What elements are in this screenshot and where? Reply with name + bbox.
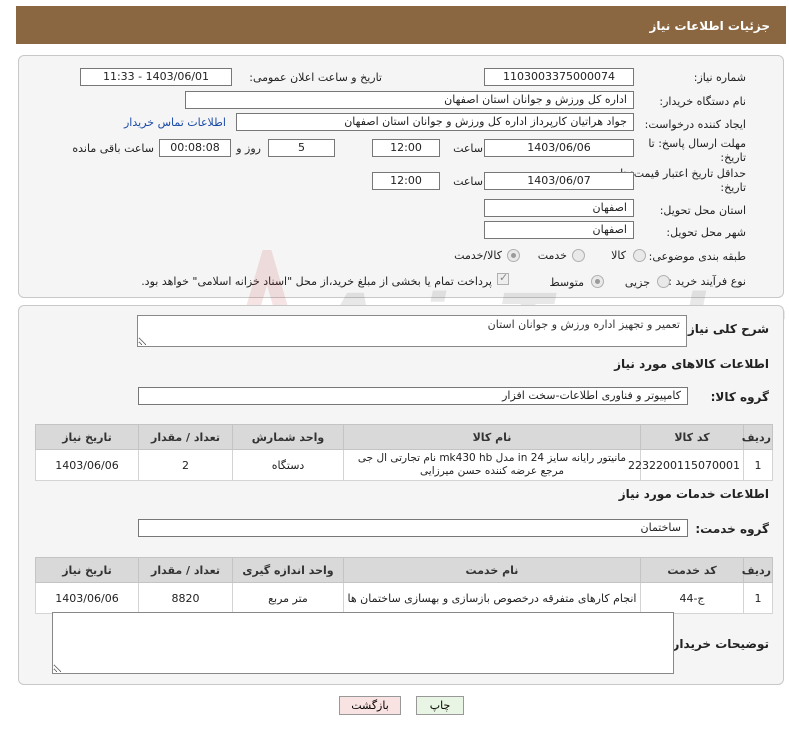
table-row[interactable]: 1 2232200115070001 مانیتور رایانه سایز 2… <box>35 449 773 481</box>
goods-cell-date: 1403/06/06 <box>35 449 139 481</box>
remaining-days-field[interactable]: 5 <box>268 139 335 157</box>
goods-group-label: گروه کالا: <box>710 390 769 404</box>
services-col-unit: واحد اندازه گیری <box>232 557 344 583</box>
services-cell-code: ج-44 <box>640 582 744 614</box>
services-group-field[interactable]: ساختمان <box>138 519 688 537</box>
city-label: شهر محل تحویل: <box>666 226 746 239</box>
buyer-org-field[interactable]: اداره کل ورزش و جوانان استان اصفهان <box>185 91 634 109</box>
process-radio-minor[interactable] <box>657 275 670 288</box>
goods-cell-name: مانیتور رایانه سایز 24 in مدل mk430 hb ن… <box>343 449 641 481</box>
deadline-date-field[interactable]: 1403/06/06 <box>484 139 634 157</box>
goods-col-row: ردیف <box>742 424 773 450</box>
back-button[interactable]: بازگشت <box>339 696 401 715</box>
announce-datetime-field[interactable]: 1403/06/01 - 11:33 <box>80 68 232 86</box>
services-col-code: کد خدمت <box>640 557 744 583</box>
days-label: روز و <box>236 142 261 155</box>
buyer-notes-label: توضیحات خریدار: <box>667 637 769 651</box>
page-header: جزئیات اطلاعات نیاز <box>16 6 786 44</box>
category-radio-goods[interactable] <box>633 249 646 262</box>
need-number-field[interactable]: 1103003375000074 <box>484 68 634 86</box>
goods-col-code: کد کالا <box>640 424 744 450</box>
goods-col-name: نام کالا <box>343 424 641 450</box>
validity-time-label: ساعت <box>453 175 483 188</box>
goods-col-qty: تعداد / مقدار <box>138 424 233 450</box>
process-label: نوع فرآیند خرید : <box>668 275 746 288</box>
description-textarea[interactable]: تعمیر و تجهیز اداره ورزش و جوانان استان <box>137 315 687 347</box>
services-cell-row: 1 <box>743 582 773 614</box>
deadline-label-line2: تاریخ: <box>720 151 746 164</box>
table-row[interactable]: 1 ج-44 انجام کارهای متفرقه درخصوص بازساز… <box>35 582 773 614</box>
page-title: جزئیات اطلاعات نیاز <box>649 19 770 33</box>
goods-cell-qty: 2 <box>138 449 233 481</box>
buyer-contact-link[interactable]: اطلاعات تماس خریدار <box>124 116 226 129</box>
process-option-medium-label: متوسط <box>549 276 584 289</box>
process-radio-medium[interactable] <box>591 275 604 288</box>
goods-group-field[interactable]: کامپیوتر و فناوری اطلاعات-سخت افزار <box>138 387 688 405</box>
deadline-time-field[interactable]: 12:00 <box>372 139 440 157</box>
validity-date-field[interactable]: 1403/06/07 <box>484 172 634 190</box>
province-label: استان محل تحویل: <box>659 204 746 217</box>
treasury-payment-note: پرداخت تمام یا بخشی از مبلغ خرید،از محل … <box>141 275 492 288</box>
treasury-payment-checkbox[interactable] <box>497 271 509 285</box>
buyer-notes-textarea[interactable] <box>52 612 674 674</box>
province-field[interactable]: اصفهان <box>484 199 634 217</box>
services-cell-unit: متر مربع <box>232 582 344 614</box>
announce-datetime-label: تاریخ و ساعت اعلان عمومی: <box>249 71 382 84</box>
goods-col-date: تاریخ نیاز <box>35 424 139 450</box>
services-col-date: تاریخ نیاز <box>35 557 139 583</box>
goods-cell-unit: دستگاه <box>232 449 344 481</box>
process-option-minor-label: جزیی <box>624 276 650 289</box>
goods-cell-row: 1 <box>743 449 773 481</box>
deadline-time-label: ساعت <box>453 142 483 155</box>
deadline-label-line1: مهلت ارسال پاسخ: تا <box>648 137 746 150</box>
goods-table: ردیف کد کالا نام کالا واحد شمارش تعداد /… <box>35 424 773 481</box>
print-button[interactable]: چاپ <box>416 696 464 715</box>
validity-time-field[interactable]: 12:00 <box>372 172 440 190</box>
services-cell-name: انجام کارهای متفرقه درخصوص بازسازی و بهس… <box>343 582 641 614</box>
services-cell-qty: 8820 <box>138 582 233 614</box>
goods-col-unit: واحد شمارش <box>232 424 344 450</box>
category-radio-both[interactable] <box>507 249 520 262</box>
remaining-time-field[interactable]: 00:08:08 <box>159 139 231 157</box>
remaining-label: ساعت باقی مانده <box>72 142 154 155</box>
goods-cell-code: 2232200115070001 <box>628 449 744 481</box>
goods-table-header: ردیف کد کالا نام کالا واحد شمارش تعداد /… <box>35 424 773 450</box>
need-number-label: شماره نیاز: <box>693 71 746 84</box>
services-section-title: اطلاعات خدمات مورد نیاز <box>618 487 769 501</box>
validity-label-line1: حداقل تاریخ اعتبار قیمت: تا <box>620 167 746 180</box>
category-option-service-label: خدمت <box>537 249 567 262</box>
requester-field[interactable]: جواد هراتیان کارپرداز اداره کل ورزش و جو… <box>236 113 634 131</box>
services-col-row: ردیف <box>742 557 773 583</box>
goods-section-title: اطلاعات کالاهای مورد نیاز <box>614 357 769 371</box>
category-option-both-label: کالا/خدمت <box>454 249 502 262</box>
services-table: ردیف کد خدمت نام خدمت واحد اندازه گیری ت… <box>35 557 773 614</box>
validity-label-line2: تاریخ: <box>720 181 746 194</box>
category-label: طبقه بندی موضوعی: <box>648 250 746 263</box>
services-col-qty: تعداد / مقدار <box>138 557 233 583</box>
requester-label: ایجاد کننده درخواست: <box>644 118 746 131</box>
city-field[interactable]: اصفهان <box>484 221 634 239</box>
services-cell-date: 1403/06/06 <box>35 582 139 614</box>
services-table-header: ردیف کد خدمت نام خدمت واحد اندازه گیری ت… <box>35 557 773 583</box>
buyer-org-label: نام دستگاه خریدار: <box>659 95 746 108</box>
category-radio-service[interactable] <box>572 249 585 262</box>
services-group-label: گروه خدمت: <box>695 522 769 536</box>
category-option-goods-label: کالا <box>611 249 626 262</box>
description-label: شرح کلی نیاز: <box>683 322 769 336</box>
services-col-name: نام خدمت <box>343 557 641 583</box>
